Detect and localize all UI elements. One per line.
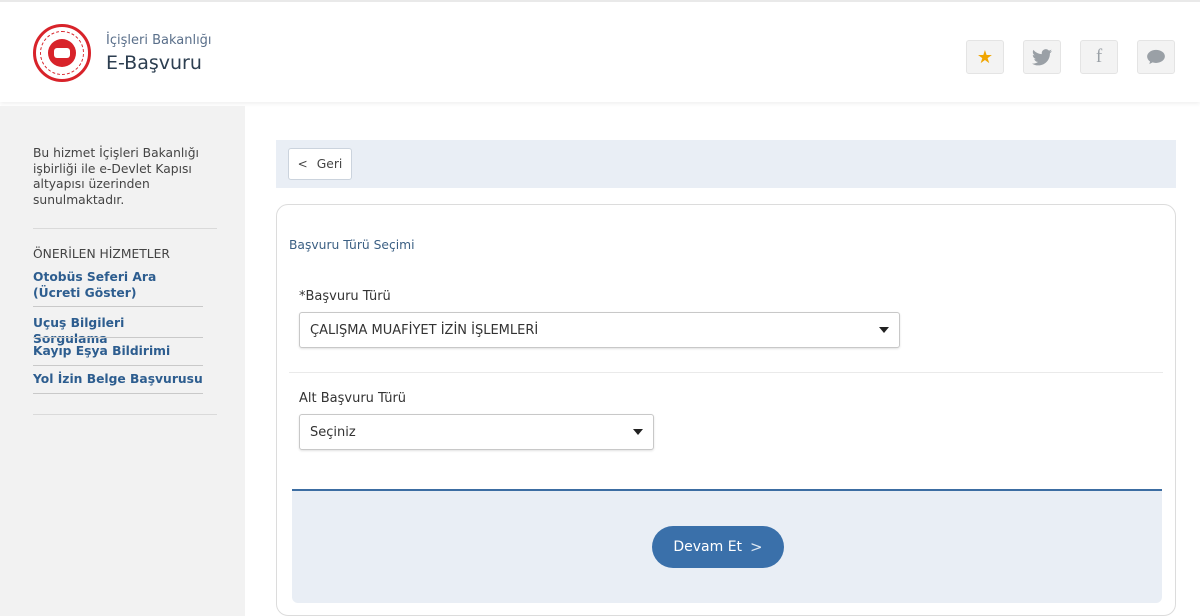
comment-icon [1147,49,1165,65]
ministry-logo[interactable] [33,24,91,82]
back-button-label: Geri [316,157,343,171]
application-type-select[interactable]: ÇALIŞMA MUAFİYET İZİN İŞLEMLERİ [299,312,900,348]
application-type-label: *Başvuru Türü [299,289,391,304]
chevron-left-icon: < [297,157,308,171]
twitter-button[interactable] [1023,40,1061,74]
back-bar: < Geri [276,140,1176,188]
sidebar-link-lost-item[interactable]: Kayıp Eşya Bildirimi [33,344,203,360]
sidebar-link-divider [33,306,203,307]
section-title: Başvuru Türü Seçimi [289,238,415,252]
service-info-text: Bu hizmet İçişleri Bakanlığı işbirliği i… [33,146,199,207]
chat-button[interactable] [1137,40,1175,74]
page-header: İçişleri Bakanlığı E-Başvuru ★ f [0,0,1200,102]
sidebar-link-divider [33,393,203,394]
sub-type-select[interactable]: Seçiniz [299,414,654,450]
sidebar-link-divider [33,337,203,338]
sub-type-value: Seçiniz [310,424,356,440]
sub-type-label: Alt Başvuru Türü [299,391,407,406]
sidebar-divider [33,228,217,229]
caret-down-icon [633,429,643,435]
continue-button[interactable]: Devam Et > [652,526,784,568]
star-icon: ★ [976,46,994,68]
brand-subtitle: İçişleri Bakanlığı [106,33,212,48]
twitter-icon [1032,48,1052,65]
form-actions: Devam Et > [292,489,1162,603]
facebook-button[interactable]: f [1080,40,1118,74]
brand-title[interactable]: E-Başvuru [106,52,202,74]
recommended-services-heading: ÖNERİLEN HİZMETLER [33,247,170,261]
sidebar-link-travel-permit[interactable]: Yol İzin Belge Başvurusu [33,372,203,388]
chevron-right-icon: > [750,538,763,556]
sidebar: Bu hizmet İçişleri Bakanlığı işbirliği i… [0,106,245,616]
field-divider [289,372,1163,373]
favorite-button[interactable]: ★ [966,40,1004,74]
sidebar-divider [33,414,217,415]
sidebar-link-bus-search[interactable]: Otobüs Seferi Ara (Ücreti Göster) [33,270,203,301]
sidebar-link-divider [33,365,203,366]
application-type-value: ÇALIŞMA MUAFİYET İZİN İŞLEMLERİ [310,322,539,338]
caret-down-icon [879,327,889,333]
facebook-icon: f [1095,46,1103,67]
application-form-card: Başvuru Türü Seçimi *Başvuru Türü ÇALIŞM… [276,204,1176,616]
back-button[interactable]: < Geri [288,148,352,180]
continue-button-label: Devam Et [673,539,743,555]
logo-emblem-icon [48,39,76,67]
sidebar-link-flight-info[interactable]: Uçuş Bilgileri Sorgulama [33,316,203,347]
